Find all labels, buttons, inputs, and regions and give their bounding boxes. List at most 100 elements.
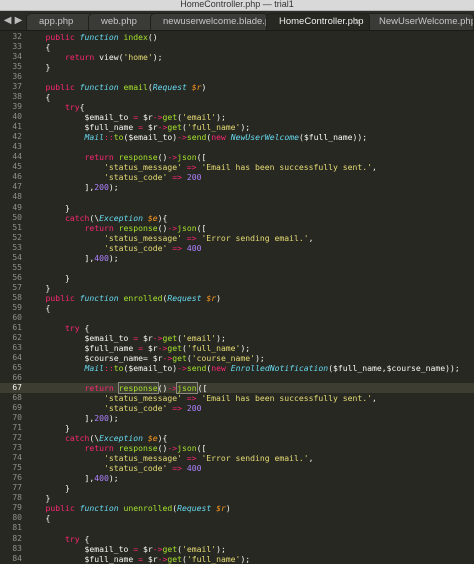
tab-newuserwelcome-blade[interactable]: newuserwelcome.blade.php [150, 13, 268, 30]
code-line: { [26, 513, 50, 523]
code-token: 'full_name' [186, 342, 241, 353]
code-token: $email_to [26, 543, 134, 554]
code-token: () [157, 383, 168, 394]
code-token: { [84, 533, 90, 544]
tab-app-php[interactable]: app.php [26, 13, 94, 30]
code-token: -> [152, 332, 163, 343]
line-number: 68 [12, 393, 22, 403]
code-token: :: [103, 132, 114, 143]
code-editor[interactable]: 32 33 34 35 36 37 38 39 40 41 42 43 44 45 46 47 48 49 50 51… [0, 31, 474, 564]
code-token: get [172, 352, 187, 363]
code-token: 200 [94, 413, 109, 424]
code-line: } [26, 283, 50, 293]
line-number: 48 [12, 192, 22, 202]
line-number: 84 [12, 553, 22, 563]
close-tab-icon[interactable]: ✕ [353, 14, 361, 30]
line-number: 42 [12, 132, 22, 142]
code-token: email [123, 82, 148, 93]
code-token: get [162, 332, 178, 343]
code-token: public [45, 32, 80, 42]
tab-label: app.php [39, 16, 74, 27]
line-number: 73 [12, 443, 22, 453]
line-number: 34 [12, 52, 22, 62]
code-token: 200 [94, 182, 109, 193]
code-token: $email_to [26, 332, 134, 343]
code-token: 'status_code' [103, 172, 168, 183]
code-token: json [177, 152, 197, 163]
code-token: = [133, 543, 143, 554]
code-token: json [176, 382, 198, 395]
code-token: 400 [186, 463, 202, 474]
code-token: ) [225, 503, 231, 514]
code-token: return [84, 152, 119, 163]
code-token: 400 [94, 252, 109, 263]
line-number: 61 [12, 322, 22, 332]
line-number: 43 [12, 142, 22, 152]
code-token: 'Email has been successfully sent.' [201, 162, 372, 173]
code-token: response [118, 443, 158, 454]
code-token: $e [147, 433, 158, 444]
code-token: , [372, 393, 377, 404]
code-token: ], [26, 252, 95, 263]
code-line: public function index() [26, 32, 158, 42]
line-number: 79 [12, 503, 22, 513]
code-token: 'status_message' [103, 162, 182, 173]
line-number: 69 [12, 403, 22, 413]
code-area[interactable]: public function index() { return view('h… [26, 31, 474, 564]
line-number: 71 [12, 423, 22, 433]
code-token: ); [240, 553, 251, 564]
code-line: } [26, 423, 70, 433]
code-token: ([ [196, 443, 207, 454]
code-token: Mail [84, 132, 104, 143]
line-number: 72 [12, 433, 22, 443]
line-number: 33 [12, 42, 22, 52]
code-token: $r [152, 352, 163, 363]
tab-web-php[interactable]: web.php [88, 13, 156, 30]
code-token: -> [152, 543, 163, 554]
code-token: = [138, 122, 148, 133]
code-token: function [79, 32, 124, 42]
code-token: -> [177, 132, 187, 143]
code-line: { [26, 92, 50, 102]
code-token: 200 [186, 403, 202, 414]
code-token: () [157, 443, 168, 454]
code-token: { [79, 102, 85, 113]
code-token: send [186, 132, 207, 143]
code-token: 400 [186, 242, 202, 253]
code-line: 'status_message' => 'Error sending email… [26, 453, 314, 463]
code-token: { [26, 302, 51, 313]
code-line: Mail::to($email_to)->send(new NewUserWel… [26, 132, 367, 142]
code-token: ([ [196, 222, 207, 233]
code-line: $email_to = $r->get('email'); [26, 112, 226, 123]
code-token: $full_name [26, 553, 139, 564]
code-token: } [26, 202, 70, 213]
tab-homecontroller-php[interactable]: HomeController.php ✕ [266, 13, 370, 30]
code-token: => [181, 232, 202, 243]
tab-newuserwelcome-php[interactable]: NewUserWelcome.php [366, 13, 474, 30]
code-token: return [84, 383, 119, 394]
code-token: ([ [197, 383, 208, 394]
code-token: ); [216, 112, 226, 123]
code-token: ); [152, 52, 163, 63]
line-number: 46 [12, 172, 22, 182]
code-token: ); [108, 413, 119, 424]
code-token: ); [255, 352, 265, 363]
tab-nav-arrows-icon[interactable]: ◀ ▶ [3, 12, 23, 29]
code-line: $email_to = $r->get('email'); [26, 543, 225, 554]
line-number: 54 [12, 252, 22, 262]
line-number: 62 [12, 332, 22, 342]
code-token: $r [142, 543, 153, 554]
code-token: ); [108, 182, 119, 193]
line-number: 75 [12, 463, 22, 473]
code-token: Exception [99, 433, 148, 444]
code-token: -> [167, 222, 178, 233]
code-token: function [79, 82, 124, 93]
code-token: = [138, 553, 148, 564]
code-token: { [26, 513, 51, 524]
